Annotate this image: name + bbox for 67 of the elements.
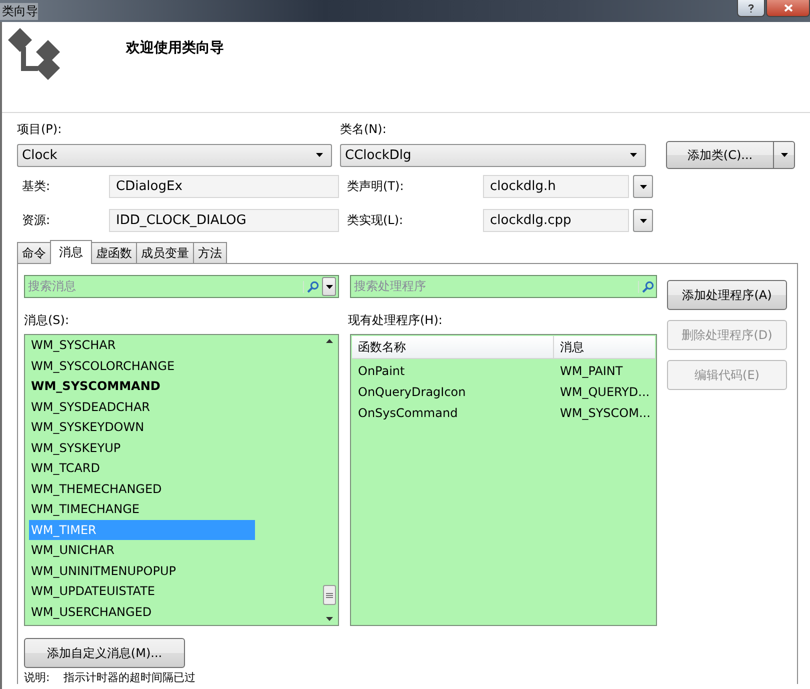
grip-icon (326, 592, 333, 598)
class-implementation-label: 类实现(L): (347, 212, 404, 229)
add-custom-message-button[interactable]: 添加自定义消息(M)... (24, 638, 185, 668)
dropdown-arrow-icon (630, 153, 637, 157)
class-name-label: 类名(N): (340, 120, 386, 138)
message-item[interactable]: WM_SYSCOMMAND (29, 376, 255, 396)
close-button[interactable] (766, 0, 810, 17)
class-implementation-field: clockdlg.cpp (483, 209, 629, 232)
message-item[interactable]: WM_THEMECHANGED (29, 478, 255, 499)
window-title: 类向导 (0, 2, 38, 20)
message-item[interactable]: WM_SYSKEYUP (29, 438, 255, 458)
tab[interactable]: 命令 (17, 242, 51, 263)
close-icon (784, 4, 792, 12)
class-implementation-dropdown[interactable] (633, 209, 653, 232)
column-header[interactable]: 函数名称 (352, 336, 554, 358)
dropdown-arrow-icon (640, 184, 646, 188)
scrollbar-thumb[interactable] (323, 585, 336, 605)
message-item[interactable]: WM_TIMECHANGE (29, 499, 255, 520)
search-icon (306, 280, 318, 292)
message-item[interactable]: WM_SYSCOLORCHANGE (29, 356, 255, 376)
dropdown-arrow-icon (326, 284, 332, 288)
help-icon (748, 4, 754, 12)
tab[interactable]: 虚函数 (91, 242, 137, 263)
message-item[interactable]: WM_SYSDEADCHAR (29, 396, 255, 417)
class-declaration-field: clockdlg.h (483, 175, 629, 198)
project-combobox[interactable]: Clock (17, 144, 332, 166)
class-declaration-dropdown[interactable] (633, 175, 653, 198)
help-button[interactable] (737, 0, 765, 17)
column-header[interactable]: 消息 (554, 336, 584, 358)
message-item[interactable]: WM_UPDATEUISTATE (29, 581, 255, 602)
dropdown-arrow-icon (780, 153, 788, 157)
message-item[interactable]: WM_USERCHANGED (29, 602, 255, 622)
message-item[interactable]: WM_UNINITMENUPOPUP (29, 560, 255, 581)
message-item[interactable]: WM_SYSKEYDOWN (29, 417, 255, 438)
function-name-cell-text: OnQueryDragIcon (357, 384, 467, 400)
function-name-cell-text: OnSysCommand (357, 404, 459, 422)
tab[interactable]: 消息 (50, 240, 92, 264)
dropdown-arrow-icon (640, 218, 646, 222)
existing-handlers-label: 现有处理程序(H): (348, 312, 444, 328)
message-item[interactable]: WM_UNICHAR (29, 540, 255, 560)
message-cell-text: WM_SYSCOM... (559, 404, 650, 422)
base-class-field: CDialogEx (109, 175, 339, 198)
class-wizard-logo-icon (8, 28, 62, 80)
function-name-cell-text: OnPaint (357, 362, 406, 380)
tab[interactable]: 成员变量 (136, 242, 194, 263)
scroll-up-arrow-icon (326, 339, 333, 343)
wizard-title: 欢迎使用类向导 (126, 39, 224, 57)
message-cell-text: WM_QUERYD... (559, 384, 650, 401)
messages-label: 消息(S): (24, 312, 70, 328)
add-class-button[interactable]: 添加类(C)... (666, 141, 795, 169)
resource-label: 资源: (21, 212, 52, 229)
resource-field: IDD_CLOCK_DIALOG (109, 209, 339, 232)
search-options-dropdown[interactable] (322, 277, 336, 296)
class-declaration-label: 类声明(T): (347, 178, 405, 195)
project-label: 项目(P): (17, 120, 63, 138)
message-item[interactable]: WM_TCARD (29, 458, 255, 478)
description-text: 指示计时器的超时间隔已过 (64, 672, 196, 684)
search-icon (642, 280, 654, 292)
dropdown-arrow-icon (316, 153, 323, 157)
class-name-combobox[interactable]: CClockDlg (340, 144, 646, 166)
description-label: 说明: (24, 672, 50, 684)
message-item[interactable]: WM_SYSCHAR (29, 335, 255, 356)
handler-action-button[interactable]: 添加处理程序(A) (667, 280, 787, 310)
message-cell-text: WM_PAINT (559, 362, 623, 380)
scroll-down-arrow-icon (326, 617, 333, 621)
tab[interactable]: 方法 (193, 242, 227, 263)
base-class-label: 基类: (21, 178, 52, 195)
